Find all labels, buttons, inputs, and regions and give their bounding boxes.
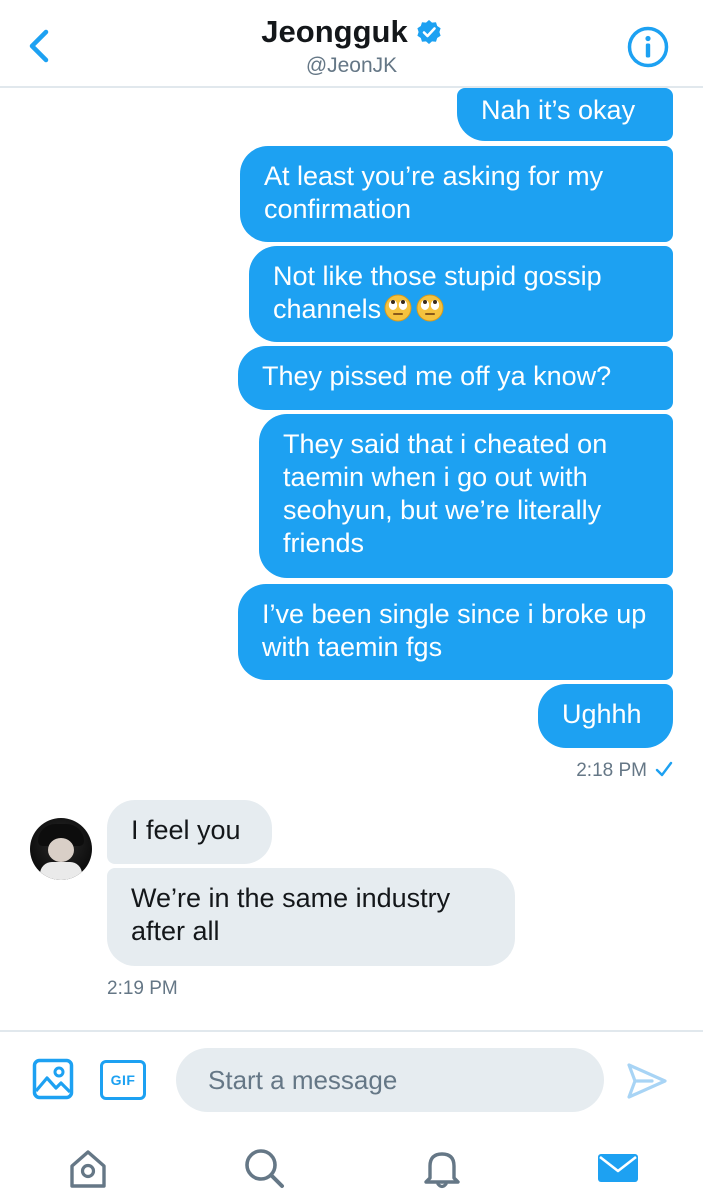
photo-icon[interactable] — [32, 1058, 74, 1100]
notifications-icon[interactable] — [420, 1146, 464, 1190]
incoming-message[interactable]: I feel you — [107, 800, 272, 864]
contact-avatar[interactable] — [30, 818, 92, 880]
send-icon[interactable] — [626, 1062, 668, 1100]
message-text: At least you’re asking for my confirmati… — [264, 161, 604, 224]
message-thread[interactable]: Nah it’s okay At least you’re asking for… — [0, 88, 703, 1028]
gif-button[interactable]: GIF — [100, 1060, 146, 1100]
outgoing-message[interactable]: Nah it’s okay — [457, 88, 673, 141]
info-icon[interactable] — [627, 26, 669, 68]
message-composer: GIF — [0, 1030, 703, 1130]
outgoing-message[interactable]: At least you’re asking for my confirmati… — [240, 146, 673, 242]
eye-roll-emoji — [416, 294, 444, 322]
message-text: I feel you — [131, 815, 241, 845]
message-text: They said that i cheated on taemin when … — [283, 429, 608, 558]
read-check-icon — [655, 761, 673, 777]
outgoing-message[interactable]: They said that i cheated on taemin when … — [259, 414, 673, 578]
incoming-timestamp: 2:19 PM — [107, 978, 178, 999]
contact-handle: @JeonJK — [305, 54, 398, 77]
contact-name: Jeongguk — [261, 14, 408, 49]
outgoing-timestamp: 2:18 PM — [576, 760, 673, 782]
bottom-tab-bar — [0, 1130, 703, 1200]
outgoing-message[interactable]: Not like those stupid gossip channels — [249, 246, 673, 342]
messages-icon[interactable] — [596, 1146, 640, 1190]
outgoing-message[interactable]: Ughhh — [538, 684, 673, 748]
timestamp-text: 2:18 PM — [576, 760, 647, 781]
conversation-header: Jeongguk @JeonJK — [0, 0, 703, 88]
eye-roll-emoji — [384, 294, 412, 322]
outgoing-message[interactable]: They pissed me off ya know? — [238, 346, 673, 410]
avatar-shirt — [40, 862, 82, 880]
verified-badge-icon — [417, 20, 441, 44]
search-icon[interactable] — [242, 1146, 286, 1190]
message-input[interactable] — [176, 1048, 604, 1112]
message-text: I’ve been single since i broke up with t… — [262, 599, 647, 662]
message-text: They pissed me off ya know? — [262, 361, 612, 391]
conversation-title-block[interactable]: Jeongguk @JeonJK — [0, 14, 703, 78]
home-icon[interactable] — [66, 1146, 110, 1190]
incoming-message[interactable]: We’re in the same industry after all — [107, 868, 515, 966]
contact-name-row: Jeongguk — [261, 14, 441, 50]
gif-label: GIF — [110, 1072, 136, 1088]
outgoing-message[interactable]: I’ve been single since i broke up with t… — [238, 584, 673, 680]
message-text: We’re in the same industry after all — [131, 883, 451, 946]
avatar-face — [48, 838, 74, 862]
message-text: Nah it’s okay — [481, 95, 636, 125]
message-text: Ughhh — [562, 699, 642, 729]
